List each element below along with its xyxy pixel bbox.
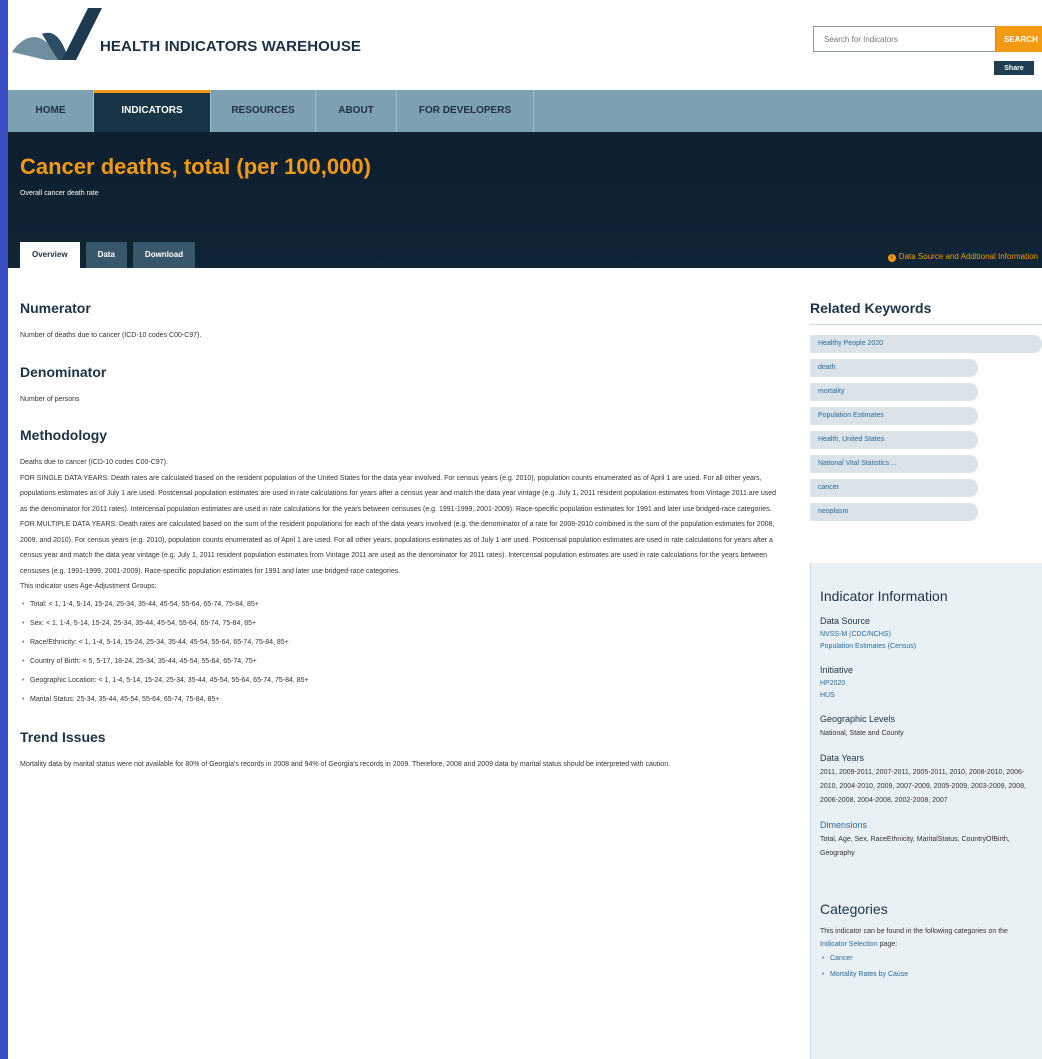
numerator-text: Number of deaths due to cancer (ICD-10 c…: [20, 332, 202, 339]
list-item: Sex: < 1, 1-4, 5-14, 15-24, 25-34, 35-44…: [20, 614, 780, 633]
main-nav: HOME INDICATORS RESOURCES ABOUT FOR DEVE…: [8, 90, 1042, 132]
indicator-info-panel: Indicator Information Data Source NVSS-M…: [810, 563, 1042, 1059]
geographic-levels-label: Geographic Levels: [820, 714, 896, 724]
page-title: Cancer deaths, total (per 100,000): [20, 154, 371, 179]
indicator-info-title: Indicator Information: [820, 588, 948, 604]
header: HEALTH INDICATORS WAREHOUSE SEARCH Share: [8, 0, 1042, 90]
nav-indicators[interactable]: INDICATORS: [94, 90, 211, 132]
data-source-link-nvss[interactable]: NVSS-M (CDC/NCHS): [820, 629, 1032, 641]
tab-bar: Overview Data Download: [20, 242, 196, 268]
data-source-link-label: Data Source and Additional Information: [898, 252, 1038, 261]
trend-issues-heading: Trend Issues: [20, 728, 106, 745]
data-years-text: 2011, 2009-2011, 2007-2011, 2005-2011, 2…: [820, 769, 1026, 804]
initiative-link-hus[interactable]: HUS: [820, 690, 1032, 702]
dimensions-text: Total, Age, Sex, RaceEthnicity, MaritalS…: [820, 836, 1010, 857]
age-groups-list: Total: < 1, 1-4, 5-14, 15-24, 25-34, 35-…: [20, 595, 780, 709]
indicator-selection-link[interactable]: Indicator Selection: [820, 941, 878, 948]
data-years-label: Data Years: [820, 753, 865, 763]
site-title[interactable]: HEALTH INDICATORS WAREHOUSE: [100, 38, 361, 55]
hiw-logo-icon[interactable]: [12, 8, 102, 60]
nav-for-developers[interactable]: FOR DEVELOPERS: [397, 90, 534, 132]
denominator-text: Number of persons: [20, 395, 80, 403]
tab-data[interactable]: Data: [85, 242, 127, 268]
keyword-cancer[interactable]: cancer: [810, 479, 978, 497]
initiative-label: Initiative: [820, 665, 854, 675]
categories-title: Categories: [820, 901, 888, 917]
search-input[interactable]: [813, 26, 996, 52]
nav-home[interactable]: HOME: [8, 90, 94, 132]
list-item: Country of Birth: < 5, 5-17, 18-24, 25-3…: [20, 652, 780, 671]
main-content: Numerator Number of deaths due to cancer…: [20, 300, 780, 772]
page-subtitle: Overall cancer death rate: [20, 190, 99, 197]
categories-intro-text: This indicator can be found in the follo…: [820, 928, 1008, 935]
age-groups-intro: This indicator uses Age-Adjustment Group…: [20, 583, 157, 590]
methodology-single-years: FOR SINGLE DATA YEARS: Death rates are c…: [20, 474, 777, 513]
categories-intro-suffix: page:: [877, 941, 898, 948]
denominator-heading: Denominator: [20, 363, 107, 380]
related-keywords-title: Related Keywords: [810, 300, 1042, 325]
tab-overview[interactable]: Overview: [20, 242, 80, 268]
keyword-healthy-people-2020[interactable]: Healthy People 2020: [810, 335, 1042, 353]
keyword-neoplasm[interactable]: neoplasm: [810, 503, 978, 521]
search-button[interactable]: SEARCH: [996, 26, 1042, 52]
share-button[interactable]: Share: [994, 61, 1034, 75]
list-item: Geographic Location: < 1, 1-4, 5-14, 15-…: [20, 671, 780, 690]
keyword-mortality[interactable]: mortality: [810, 383, 978, 401]
data-source-label: Data Source: [820, 616, 871, 626]
data-source-link[interactable]: i Data Source and Additional Information: [887, 252, 1038, 262]
methodology-multiple-years: FOR MULTIPLE DATA YEARS: Death rates are…: [20, 521, 775, 575]
list-item: Total: < 1, 1-4, 5-14, 15-24, 25-34, 35-…: [20, 595, 780, 614]
trend-issues-text: Mortality data by marital status were no…: [20, 760, 671, 768]
categories-intro: This indicator can be found in the follo…: [820, 925, 1032, 951]
title-band: Cancer deaths, total (per 100,000) Overa…: [8, 132, 1042, 268]
page: HEALTH INDICATORS WAREHOUSE SEARCH Share…: [8, 0, 1042, 1059]
keyword-death[interactable]: death: [810, 359, 978, 377]
category-cancer[interactable]: Cancer: [820, 951, 1032, 967]
info-icon: i: [887, 254, 896, 262]
keyword-health-united-states[interactable]: Health, United States: [810, 431, 978, 449]
dimensions-label[interactable]: Dimensions: [820, 820, 1032, 830]
keyword-national-vital-statistics[interactable]: National Vital Statistics ...: [810, 455, 978, 473]
sidebar: Related Keywords Healthy People 2020 dea…: [810, 300, 1042, 527]
nav-about[interactable]: ABOUT: [316, 90, 397, 132]
methodology-line: Deaths due to cancer (ICD-10 codes C00-C…: [20, 459, 168, 466]
list-item: Marital Status: 25-34, 35-44, 45-54, 55-…: [20, 690, 780, 709]
geographic-levels-text: National, State and County: [820, 730, 904, 737]
tab-download[interactable]: Download: [132, 242, 196, 268]
keyword-population-estimates[interactable]: Population Estimates: [810, 407, 978, 425]
data-source-link-census[interactable]: Population Estimates (Census): [820, 641, 1032, 653]
numerator-heading: Numerator: [20, 300, 91, 316]
nav-resources[interactable]: RESOURCES: [211, 90, 316, 132]
initiative-link-hp2020[interactable]: HP2020: [820, 678, 1032, 690]
list-item: Race/Ethnicity: < 1, 1-4, 5-14, 15-24, 2…: [20, 633, 780, 652]
category-mortality-rates-by-cause[interactable]: Mortality Rates by Cause: [820, 967, 1032, 983]
methodology-heading: Methodology: [20, 427, 108, 443]
